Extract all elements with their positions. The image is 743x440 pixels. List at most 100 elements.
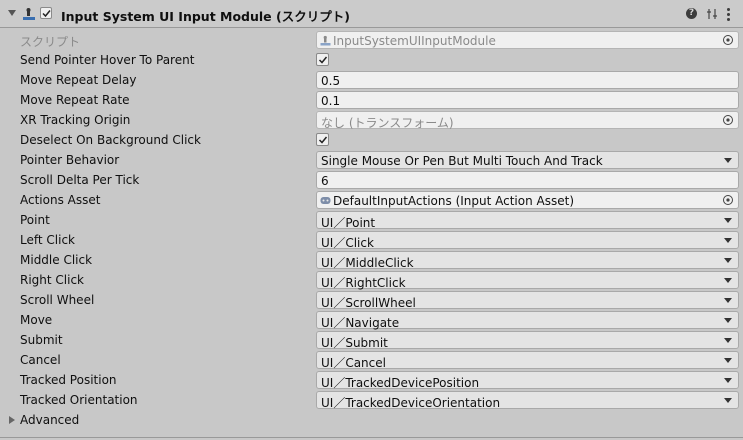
field-value: UI／Point bbox=[321, 216, 376, 230]
dropdown-arrow-icon bbox=[724, 298, 732, 303]
property-row-submit: Submit UI／Submit bbox=[0, 330, 743, 350]
property-label: Send Pointer Hover To Parent bbox=[20, 53, 195, 67]
object-picker-icon[interactable] bbox=[722, 114, 734, 126]
component-title: Input System UI Input Module (スクリプト) bbox=[61, 9, 350, 24]
dropdown-arrow-icon bbox=[724, 158, 732, 163]
asset-object-field[interactable]: DefaultInputActions (Input Action Asset) bbox=[316, 191, 739, 209]
property-label: Tracked Orientation bbox=[20, 393, 138, 407]
preset-icon[interactable] bbox=[705, 7, 719, 21]
script-icon bbox=[320, 35, 331, 46]
number-field[interactable]: 6 bbox=[316, 171, 739, 189]
dropdown-arrow-icon bbox=[724, 278, 732, 283]
field-value: UI／TrackedDevicePosition bbox=[321, 376, 480, 390]
field-value: 0.5 bbox=[321, 74, 341, 88]
property-label: Middle Click bbox=[20, 253, 93, 267]
dropdown-arrow-icon bbox=[724, 398, 732, 403]
field-value: Single Mouse Or Pen But Multi Touch And … bbox=[321, 154, 603, 168]
field-value: なし (トランスフォーム) bbox=[321, 116, 454, 130]
dropdown-arrow-icon bbox=[724, 258, 732, 263]
dropdown[interactable]: UI／Click bbox=[316, 231, 739, 250]
divider bbox=[0, 437, 743, 438]
dropdown[interactable]: UI／Navigate bbox=[316, 311, 739, 330]
property-label: スクリプト bbox=[20, 35, 81, 49]
dropdown[interactable]: UI／Cancel bbox=[316, 351, 739, 370]
dropdown[interactable]: UI／Submit bbox=[316, 331, 739, 350]
number-field[interactable]: 0.1 bbox=[316, 91, 739, 109]
input-action-asset-icon bbox=[320, 197, 331, 204]
dropdown[interactable]: UI／TrackedDeviceOrientation bbox=[316, 391, 739, 410]
property-row-xr-tracking-origin: XR Tracking Origin なし (トランスフォーム) bbox=[0, 110, 743, 130]
field-value: UI／MiddleClick bbox=[321, 256, 414, 270]
property-label: Scroll Wheel bbox=[20, 293, 95, 307]
object-picker-icon[interactable] bbox=[722, 34, 734, 46]
property-label: Cancel bbox=[20, 353, 61, 367]
dropdown[interactable]: UI／Point bbox=[316, 211, 739, 230]
property-label: Move Repeat Rate bbox=[20, 93, 130, 107]
property-label: Left Click bbox=[20, 233, 75, 247]
property-row-move-repeat-rate: Move Repeat Rate 0.1 bbox=[0, 90, 743, 110]
property-row-left-click: Left Click UI／Click bbox=[0, 230, 743, 250]
property-label: XR Tracking Origin bbox=[20, 113, 131, 127]
field-value: UI／Submit bbox=[321, 336, 388, 350]
field-value: InputSystemUIInputModule bbox=[333, 34, 496, 48]
object-field[interactable]: なし (トランスフォーム) bbox=[316, 111, 739, 130]
field-value: UI／Cancel bbox=[321, 356, 386, 370]
property-row-actions-asset: Actions Asset DefaultInputActions (Input … bbox=[0, 190, 743, 210]
help-icon[interactable]: ? bbox=[686, 8, 697, 19]
property-row-deselect-on-background-click: Deselect On Background Click bbox=[0, 130, 743, 150]
dropdown[interactable]: Single Mouse Or Pen But Multi Touch And … bbox=[316, 151, 739, 169]
dropdown[interactable]: UI／ScrollWheel bbox=[316, 291, 739, 310]
dropdown[interactable]: UI／TrackedDevicePosition bbox=[316, 371, 739, 390]
property-label: Point bbox=[20, 213, 50, 227]
field-value: UI／TrackedDeviceOrientation bbox=[321, 396, 501, 410]
property-row-script: スクリプト InputSystemUIInputModule bbox=[0, 30, 743, 50]
checkbox[interactable] bbox=[316, 53, 329, 66]
property-label: Right Click bbox=[20, 273, 85, 287]
property-row-move-repeat-delay: Move Repeat Delay 0.5 bbox=[0, 70, 743, 90]
property-label: Move bbox=[20, 313, 53, 327]
field-value: UI／Navigate bbox=[321, 316, 400, 330]
dropdown-arrow-icon bbox=[724, 238, 732, 243]
foldout-arrow-icon[interactable] bbox=[9, 416, 15, 424]
dropdown-arrow-icon bbox=[724, 358, 732, 363]
property-row-cancel: Cancel UI／Cancel bbox=[0, 350, 743, 370]
component-icon bbox=[23, 8, 35, 20]
field-value: 0.1 bbox=[321, 94, 341, 108]
number-field[interactable]: 0.5 bbox=[316, 71, 739, 89]
property-label: Pointer Behavior bbox=[20, 153, 120, 167]
property-label: Deselect On Background Click bbox=[20, 133, 201, 147]
advanced-label: Advanced bbox=[20, 413, 80, 427]
property-row-send-pointer-hover-to-parent: Send Pointer Hover To Parent bbox=[0, 50, 743, 70]
dropdown-arrow-icon bbox=[724, 218, 732, 223]
component-enabled-checkbox[interactable] bbox=[40, 7, 52, 19]
dropdown[interactable]: UI／RightClick bbox=[316, 271, 739, 290]
property-row-scroll-wheel: Scroll Wheel UI／ScrollWheel bbox=[0, 290, 743, 310]
property-label: Scroll Delta Per Tick bbox=[20, 173, 140, 187]
property-row-tracked-position: Tracked Position UI／TrackedDevicePosition bbox=[0, 370, 743, 390]
kebab-menu-icon[interactable] bbox=[727, 8, 731, 21]
component-header[interactable]: Input System UI Input Module (スクリプト) ? bbox=[0, 0, 743, 28]
object-picker-icon[interactable] bbox=[722, 194, 734, 206]
property-label: Move Repeat Delay bbox=[20, 73, 137, 87]
script-object-field: InputSystemUIInputModule bbox=[316, 31, 739, 49]
property-label: Submit bbox=[20, 333, 63, 347]
property-label: Tracked Position bbox=[20, 373, 117, 387]
property-row-move: Move UI／Navigate bbox=[0, 310, 743, 330]
property-row-middle-click: Middle Click UI／MiddleClick bbox=[0, 250, 743, 270]
property-row-point: Point UI／Point bbox=[0, 210, 743, 230]
dropdown-arrow-icon bbox=[724, 338, 732, 343]
property-label: Actions Asset bbox=[20, 193, 101, 207]
dropdown-arrow-icon bbox=[724, 378, 732, 383]
foldout-arrow-icon[interactable] bbox=[8, 10, 16, 16]
field-value: DefaultInputActions (Input Action Asset) bbox=[333, 194, 575, 208]
dropdown[interactable]: UI／MiddleClick bbox=[316, 251, 739, 270]
field-value: UI／Click bbox=[321, 236, 374, 250]
field-value: UI／RightClick bbox=[321, 276, 406, 290]
checkbox[interactable] bbox=[316, 133, 329, 146]
property-row-pointer-behavior: Pointer Behavior Single Mouse Or Pen But … bbox=[0, 150, 743, 170]
field-value: 6 bbox=[321, 174, 329, 188]
property-row-right-click: Right Click UI／RightClick bbox=[0, 270, 743, 290]
dropdown-arrow-icon bbox=[724, 318, 732, 323]
field-value: UI／ScrollWheel bbox=[321, 296, 416, 310]
advanced-foldout[interactable]: Advanced bbox=[0, 410, 743, 430]
